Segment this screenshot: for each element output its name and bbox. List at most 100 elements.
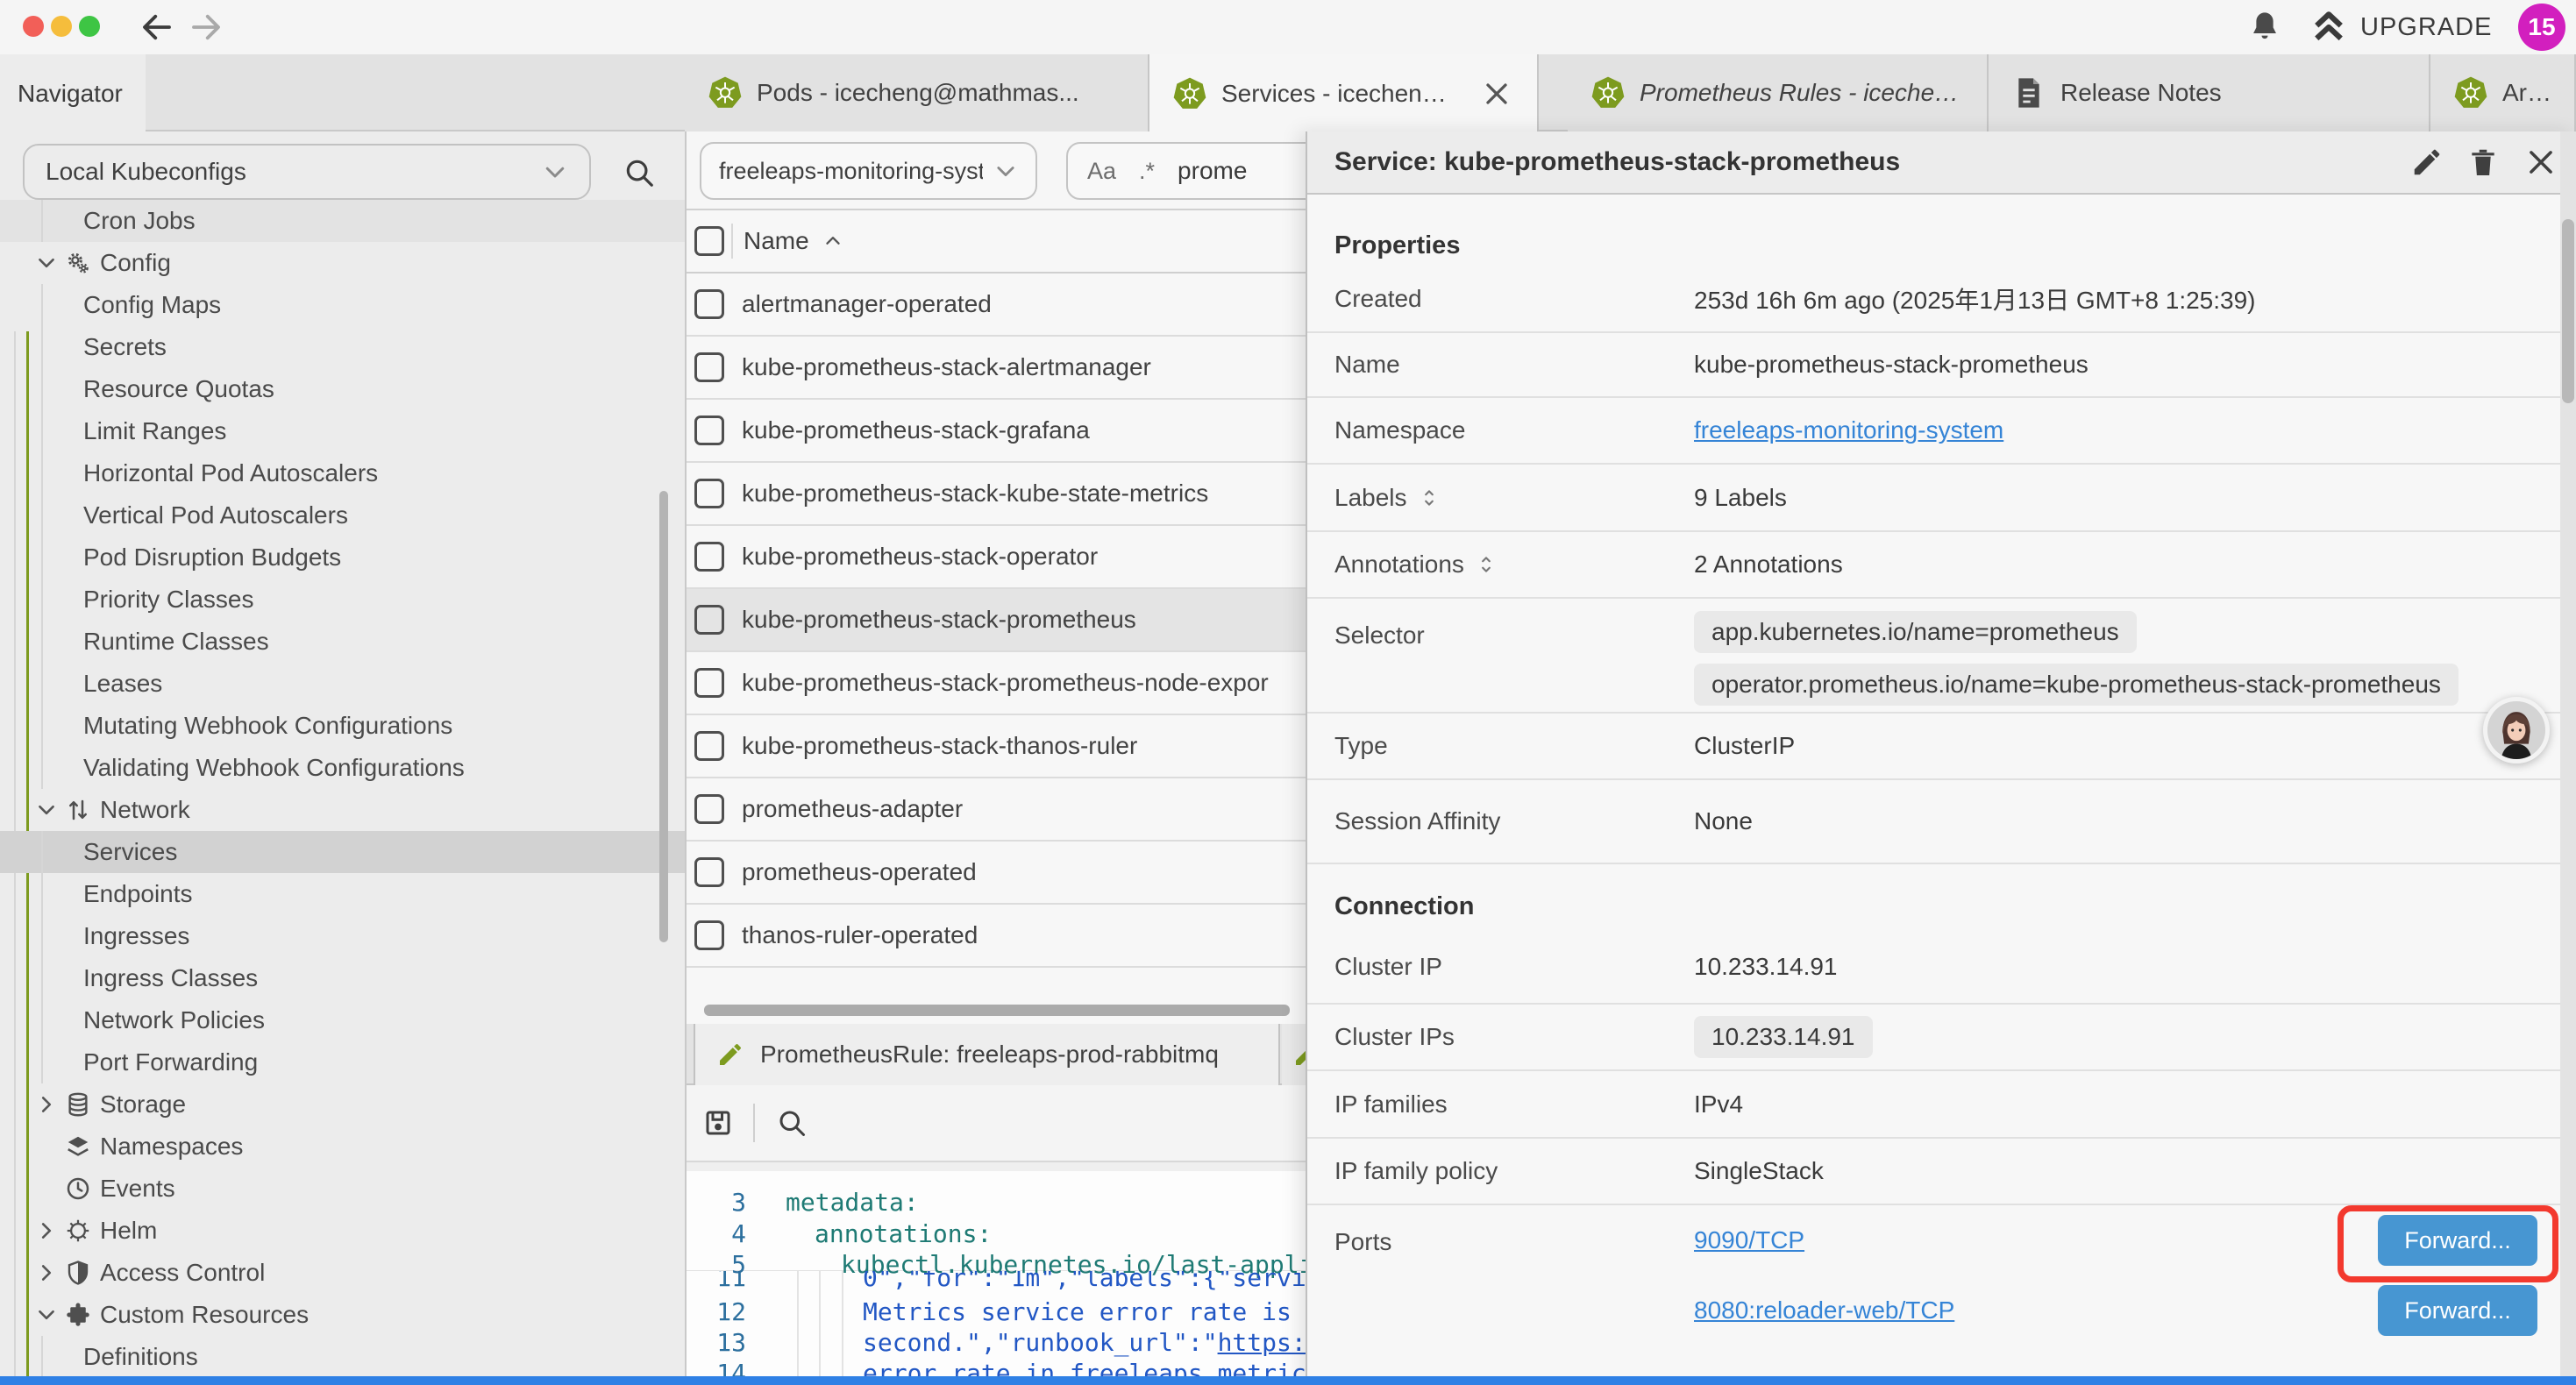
sidebar-item-priority-classes[interactable]: Priority Classes xyxy=(0,579,685,621)
sidebar-item-mutating-webhook-configurations[interactable]: Mutating Webhook Configurations xyxy=(0,705,685,747)
chevron-down-icon[interactable] xyxy=(35,799,58,821)
sidebar-item-endpoints[interactable]: Endpoints xyxy=(0,873,685,915)
table-row-kube-prometheus-stack-operator[interactable]: kube-prometheus-stack-operator xyxy=(687,526,1306,589)
forward-button[interactable]: Forward... xyxy=(2378,1285,2537,1336)
detail-scrollbar[interactable] xyxy=(2562,219,2574,403)
port-link[interactable]: 8080:reloader-web/TCP xyxy=(1694,1296,1954,1325)
row-checkbox[interactable] xyxy=(694,416,724,445)
list-search-input[interactable]: Aa .* prome xyxy=(1066,142,1306,200)
detail-label: Cluster IP xyxy=(1334,953,1694,981)
sidebar-item-horizontal-pod-autoscalers[interactable]: Horizontal Pod Autoscalers xyxy=(0,452,685,494)
sidebar-search-icon[interactable] xyxy=(623,156,656,189)
row-checkbox[interactable] xyxy=(694,857,724,887)
sidebar-item-access-control[interactable]: Access Control xyxy=(0,1252,685,1294)
horizontal-scrollbar[interactable] xyxy=(704,1005,1290,1016)
sidebar-item-helm[interactable]: Helm xyxy=(0,1210,685,1252)
sidebar-item-ingress-classes[interactable]: Ingress Classes xyxy=(0,957,685,999)
forward-arrow-icon[interactable] xyxy=(188,9,224,46)
chevron-right-icon[interactable] xyxy=(35,1261,58,1284)
window-minimize-button[interactable] xyxy=(51,16,72,37)
table-row-thanos-ruler-operated[interactable]: thanos-ruler-operated xyxy=(687,905,1306,968)
table-row-kube-prometheus-stack-prometheus[interactable]: kube-prometheus-stack-prometheus xyxy=(687,589,1306,652)
sidebar-item-services[interactable]: Services xyxy=(0,831,685,873)
yaml-editor[interactable]: 3metadata:4annotations:5kubectl.kubernet… xyxy=(687,1162,1306,1385)
back-arrow-icon[interactable] xyxy=(139,9,175,46)
tab-release-notes[interactable]: Release Notes xyxy=(1989,54,2430,131)
chevron-right-icon[interactable] xyxy=(35,1093,58,1116)
row-checkbox[interactable] xyxy=(694,479,724,508)
sidebar-item-namespaces[interactable]: Namespaces xyxy=(0,1126,685,1168)
save-icon[interactable] xyxy=(702,1107,734,1139)
kubeconfig-selector[interactable]: Local Kubeconfigs xyxy=(23,144,591,200)
sidebar-item-config-maps[interactable]: Config Maps xyxy=(0,284,685,326)
regex-toggle[interactable]: .* xyxy=(1139,158,1155,185)
close-icon[interactable] xyxy=(2524,146,2558,179)
chevron-down-icon[interactable] xyxy=(35,252,58,274)
sidebar-item-events[interactable]: Events xyxy=(0,1168,685,1210)
chevron-right-icon[interactable] xyxy=(35,1219,58,1242)
name-column-header[interactable]: Name xyxy=(744,227,809,255)
sidebar-item-secrets[interactable]: Secrets xyxy=(0,326,685,368)
tab-argo-se[interactable]: Argo Se xyxy=(2430,54,2576,131)
sidebar-item-network-policies[interactable]: Network Policies xyxy=(0,999,685,1041)
sidebar-item-validating-webhook-configurations[interactable]: Validating Webhook Configurations xyxy=(0,747,685,789)
sidebar-item-network[interactable]: Network xyxy=(0,789,685,831)
table-row-prometheus-operated[interactable]: prometheus-operated xyxy=(687,842,1306,905)
upgrade-button[interactable]: UPGRADE xyxy=(2309,7,2492,47)
table-row-kube-prometheus-stack-prometheus-node-expor[interactable]: kube-prometheus-stack-prometheus-node-ex… xyxy=(687,652,1306,715)
editor-tab-next[interactable] xyxy=(1282,1024,1306,1085)
sidebar-scrollbar[interactable] xyxy=(659,491,668,942)
window-close-button[interactable] xyxy=(23,16,44,37)
row-checkbox[interactable] xyxy=(694,605,724,635)
table-row-kube-prometheus-stack-alertmanager[interactable]: kube-prometheus-stack-alertmanager xyxy=(687,337,1306,400)
table-row-prometheus-adapter[interactable]: prometheus-adapter xyxy=(687,778,1306,842)
row-checkbox[interactable] xyxy=(694,794,724,824)
window-zoom-button[interactable] xyxy=(79,16,100,37)
table-row-kube-prometheus-stack-thanos-ruler[interactable]: kube-prometheus-stack-thanos-ruler xyxy=(687,715,1306,778)
table-row-kube-prometheus-stack-grafana[interactable]: kube-prometheus-stack-grafana xyxy=(687,400,1306,463)
tab-prometheus-rules-icecheng[interactable]: Prometheus Rules - icecheng... xyxy=(1568,54,1989,131)
sidebar-item-ingresses[interactable]: Ingresses xyxy=(0,915,685,957)
sidebar-item-limit-ranges[interactable]: Limit Ranges xyxy=(0,410,685,452)
notifications-bell-icon[interactable] xyxy=(2246,9,2283,46)
row-checkbox[interactable] xyxy=(694,289,724,319)
row-checkbox[interactable] xyxy=(694,352,724,382)
yaml-link[interactable]: https://net xyxy=(1218,1328,1306,1357)
tab-navigator[interactable]: Navigator xyxy=(0,54,146,133)
row-checkbox[interactable] xyxy=(694,668,724,698)
sort-icon[interactable] xyxy=(1475,553,1498,576)
editor-search-icon[interactable] xyxy=(776,1107,808,1139)
edit-icon[interactable] xyxy=(2410,146,2444,179)
table-row-kube-prometheus-stack-kube-state-metrics[interactable]: kube-prometheus-stack-kube-state-metrics xyxy=(687,463,1306,526)
namespace-link[interactable]: freeleaps-monitoring-system xyxy=(1694,416,2003,444)
sidebar-item-cron-jobs[interactable]: Cron Jobs xyxy=(0,200,685,242)
sidebar-item-leases[interactable]: Leases xyxy=(0,663,685,705)
notification-count-badge[interactable]: 15 xyxy=(2518,4,2565,51)
sidebar-item-definitions[interactable]: Definitions xyxy=(0,1336,685,1378)
sort-icon[interactable] xyxy=(1418,487,1441,509)
editor-tab-prometheusrule[interactable]: PrometheusRule: freeleaps-prod-rabbitmq xyxy=(694,1024,1280,1085)
sidebar-item-resource-quotas[interactable]: Resource Quotas xyxy=(0,368,685,410)
port-link[interactable]: 9090/TCP xyxy=(1694,1226,1804,1254)
tab-close-icon[interactable] xyxy=(1479,76,1514,111)
select-all-checkbox[interactable] xyxy=(694,226,724,256)
sidebar-item-custom-resources[interactable]: Custom Resources xyxy=(0,1294,685,1336)
row-checkbox[interactable] xyxy=(694,920,724,950)
sidebar-item-storage[interactable]: Storage xyxy=(0,1083,685,1126)
delete-icon[interactable] xyxy=(2466,146,2500,179)
sidebar-item-port-forwarding[interactable]: Port Forwarding xyxy=(0,1041,685,1083)
sidebar-item-runtime-classes[interactable]: Runtime Classes xyxy=(0,621,685,663)
sort-ascending-icon[interactable] xyxy=(822,230,844,252)
sidebar-item-pod-disruption-budgets[interactable]: Pod Disruption Budgets xyxy=(0,536,685,579)
table-row-alertmanager-operated[interactable]: alertmanager-operated xyxy=(687,273,1306,337)
sidebar-item-config[interactable]: Config xyxy=(0,242,685,284)
forward-button[interactable]: Forward... xyxy=(2378,1215,2537,1266)
tab-services-icecheng-math[interactable]: Services - icecheng@math... xyxy=(1149,54,1539,133)
chevron-down-icon[interactable] xyxy=(35,1303,58,1326)
namespace-selector[interactable]: freeleaps-monitoring-system xyxy=(700,142,1037,200)
sidebar-item-vertical-pod-autoscalers[interactable]: Vertical Pod Autoscalers xyxy=(0,494,685,536)
row-checkbox[interactable] xyxy=(694,542,724,572)
match-case-toggle[interactable]: Aa xyxy=(1087,158,1116,185)
tab-pods-icecheng-mathmas[interactable]: Pods - icecheng@mathmas... xyxy=(685,54,1149,131)
row-checkbox[interactable] xyxy=(694,731,724,761)
